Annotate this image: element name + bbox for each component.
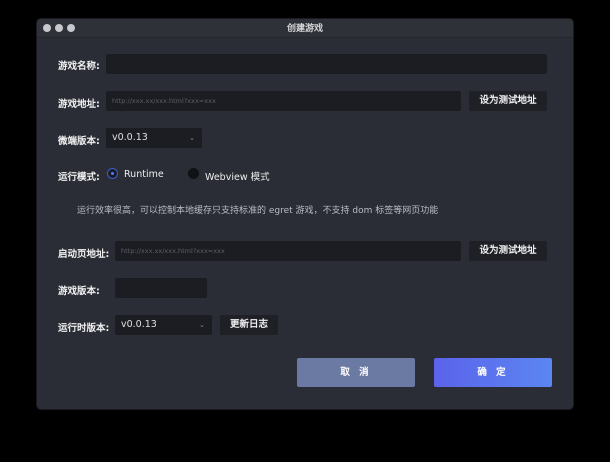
game-url-input[interactable]: http://xxx.xx/xxx.html?xxx=xxx [106,91,461,111]
window-title: 创建游戏 [286,24,323,34]
chevron-down-icon: ⌄ [199,321,205,329]
webview-radio-label: Webview 模式 [205,172,270,183]
launch-url-input[interactable]: http://xxx.xx/xxx.html?xxx=xxx [115,241,461,261]
game-version-input[interactable] [115,278,207,298]
runtime-radio-label: Runtime [124,169,164,180]
changelog-button[interactable]: 更新日志 [220,315,278,335]
game-name-input[interactable] [106,54,547,74]
title-bar: 创建游戏 [37,19,573,38]
set-test-url-button[interactable]: 设为测试地址 [469,91,547,111]
game-name-label: 游戏名称: [58,61,100,72]
client-version-value: v0.0.13 [112,132,148,143]
runtime-version-select[interactable]: v0.0.13 ⌄ [115,315,212,335]
client-version-label: 微端版本: [58,136,100,147]
launch-url-label: 启动页地址: [58,249,110,260]
create-game-dialog: 创建游戏 游戏名称: 游戏地址: http://xxx.xx/xxx.html?… [37,19,573,409]
webview-radio[interactable] [188,168,199,179]
run-mode-label: 运行模式: [58,172,100,183]
cancel-button[interactable]: 取 消 [297,358,415,387]
runtime-version-value: v0.0.13 [121,319,157,330]
run-mode-hint: 运行效率很高，可以控制本地缓存只支持标准的 egret 游戏，不支持 dom 标… [77,206,439,216]
runtime-version-label: 运行时版本: [58,323,110,334]
confirm-button[interactable]: 确 定 [434,358,552,387]
game-version-label: 游戏版本: [58,286,100,297]
game-url-label: 游戏地址: [58,99,100,110]
chevron-down-icon: ⌄ [189,134,195,142]
client-version-select[interactable]: v0.0.13 ⌄ [106,128,202,148]
set-test-launch-url-button[interactable]: 设为测试地址 [469,241,547,261]
runtime-radio[interactable] [107,168,118,179]
